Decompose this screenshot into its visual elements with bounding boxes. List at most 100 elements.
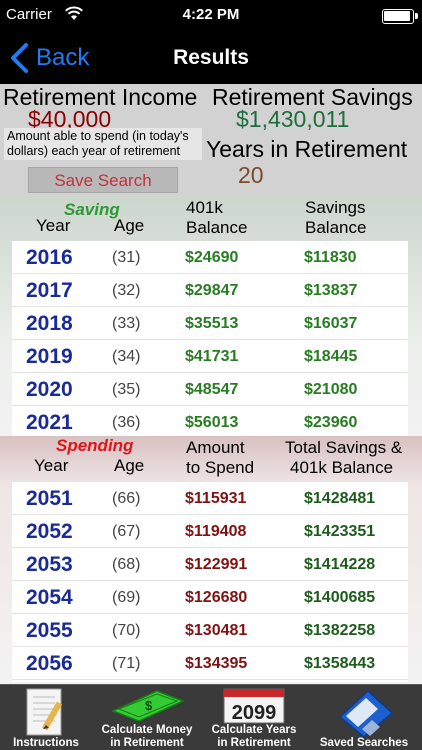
balance-401k-cell: $41731 bbox=[185, 348, 239, 365]
calendar-icon: 2099 bbox=[223, 688, 285, 724]
saving-section: Saving Year Age 401k Balance Savings Bal… bbox=[0, 196, 422, 436]
year-cell: 2016 bbox=[26, 246, 73, 269]
total-balance-cell: $1414228 bbox=[304, 556, 376, 573]
age-cell: (71) bbox=[112, 655, 141, 672]
savings-balance-cell: $21080 bbox=[304, 381, 358, 398]
spending-table[interactable]: 2051 (66) $115931 $1428481 2052 (67) $11… bbox=[12, 482, 408, 682]
svg-text:$: $ bbox=[145, 698, 153, 713]
table-row[interactable]: 2056 (71) $134395 $1358443 bbox=[12, 647, 408, 680]
tab-bar: Instructions $ Calculate Money in Retire… bbox=[0, 684, 422, 750]
amount-to-spend-cell: $130481 bbox=[185, 622, 248, 639]
saving-col-401k-line2: Balance bbox=[186, 218, 248, 237]
spending-col-age: Age bbox=[114, 456, 145, 475]
spending-col-amount-line1: Amount bbox=[186, 438, 245, 457]
table-row[interactable]: 2021 (36) $56013 $23960 bbox=[12, 406, 408, 436]
table-row[interactable]: 2051 (66) $115931 $1428481 bbox=[12, 482, 408, 515]
tab-saved-searches-label: Saved Searches bbox=[319, 737, 409, 749]
balance-401k-cell: $29847 bbox=[185, 282, 239, 299]
savings-balance-cell: $18445 bbox=[304, 348, 358, 365]
savings-balance-cell: $16037 bbox=[304, 315, 358, 332]
age-cell: (32) bbox=[112, 282, 141, 299]
age-cell: (68) bbox=[112, 556, 141, 573]
clock: 4:22 PM bbox=[182, 6, 240, 23]
amount-to-spend-cell: $134395 bbox=[185, 655, 248, 672]
saving-col-401k-line1: 401k bbox=[186, 198, 223, 217]
save-search-button[interactable]: Save Search bbox=[28, 167, 178, 193]
spending-col-total-line2: 401k Balance bbox=[290, 458, 394, 477]
calendar-icon-text: 2099 bbox=[232, 702, 277, 724]
amount-to-spend-cell: $119408 bbox=[185, 523, 247, 540]
table-row[interactable]: 2053 (68) $122991 $1414228 bbox=[12, 548, 408, 581]
spending-col-year: Year bbox=[34, 456, 69, 475]
year-cell: 2053 bbox=[26, 553, 73, 576]
tab-calculate-money-label: Calculate Money in Retirement bbox=[101, 724, 193, 749]
balance-401k-cell: $35513 bbox=[185, 315, 239, 332]
saving-title: Saving bbox=[64, 200, 120, 219]
total-balance-cell: $1382258 bbox=[304, 622, 376, 639]
tab-instructions-label: Instructions bbox=[13, 737, 79, 749]
table-row[interactable]: 2020 (35) $48547 $21080 bbox=[12, 373, 408, 406]
saving-col-year: Year bbox=[36, 216, 71, 235]
table-row[interactable]: 2052 (67) $119408 $1423351 bbox=[12, 515, 408, 548]
saving-col-age: Age bbox=[114, 216, 145, 235]
table-row[interactable]: 2054 (69) $126680 $1400685 bbox=[12, 581, 408, 614]
spending-section: Spending Year Age Amount to Spend Total … bbox=[0, 436, 422, 684]
spending-col-amount-line2: to Spend bbox=[186, 458, 255, 477]
year-cell: 2020 bbox=[26, 378, 73, 401]
tab-instructions[interactable]: Instructions bbox=[0, 685, 92, 750]
year-cell: 2052 bbox=[26, 520, 73, 543]
saving-table[interactable]: 2016 (31) $24690 $11830 2017 (32) $29847… bbox=[12, 241, 408, 436]
year-cell: 2055 bbox=[26, 619, 73, 642]
spending-col-total-line1: Total Savings & bbox=[285, 438, 403, 457]
spending-title: Spending bbox=[56, 436, 134, 455]
table-row[interactable]: 2016 (31) $24690 $11830 bbox=[12, 241, 408, 274]
total-balance-cell: $1358443 bbox=[304, 655, 376, 672]
savings-balance-cell: $11830 bbox=[304, 249, 357, 266]
table-row[interactable]: 2018 (33) $35513 $16037 bbox=[12, 307, 408, 340]
status-bar: Carrier 4:22 PM bbox=[0, 0, 422, 32]
tab-saved-searches[interactable]: Saved Searches bbox=[306, 685, 422, 750]
age-cell: (66) bbox=[112, 490, 141, 507]
year-cell: 2018 bbox=[26, 312, 73, 335]
retirement-savings-value: $1,430,011 bbox=[236, 106, 350, 132]
balance-401k-cell: $24690 bbox=[185, 249, 239, 266]
amount-to-spend-cell: $126680 bbox=[185, 589, 248, 606]
saving-col-savings-line2: Balance bbox=[305, 218, 367, 237]
table-row[interactable]: 2017 (32) $29847 $13837 bbox=[12, 274, 408, 307]
tab-calculate-money[interactable]: $ Calculate Money in Retirement bbox=[92, 685, 202, 750]
year-cell: 2051 bbox=[26, 487, 73, 510]
age-cell: (35) bbox=[112, 381, 141, 398]
age-cell: (67) bbox=[112, 523, 141, 540]
age-cell: (70) bbox=[112, 622, 141, 639]
year-cell: 2017 bbox=[26, 279, 73, 302]
table-row[interactable]: 2055 (70) $130481 $1382258 bbox=[12, 614, 408, 647]
notepad-icon bbox=[26, 688, 63, 736]
retirement-income-note: Amount able to spend (in today's dollars… bbox=[4, 128, 202, 160]
year-cell: 2054 bbox=[26, 586, 73, 609]
table-row[interactable]: 2019 (34) $41731 $18445 bbox=[12, 340, 408, 373]
tab-calculate-years-label: Calculate Years in Retirement bbox=[211, 724, 297, 749]
age-cell: (36) bbox=[112, 414, 141, 431]
savings-balance-cell: $23960 bbox=[304, 414, 358, 431]
results-summary: Retirement Income $40,000 Amount able to… bbox=[0, 84, 422, 196]
total-balance-cell: $1423351 bbox=[304, 523, 376, 540]
years-in-retirement-value: 20 bbox=[238, 162, 264, 188]
tab-calculate-years[interactable]: 2099 Calculate Years in Retirement bbox=[202, 685, 306, 750]
floppy-disk-icon bbox=[338, 689, 394, 738]
amount-to-spend-cell: $115931 bbox=[185, 490, 247, 507]
savings-balance-cell: $13837 bbox=[304, 282, 358, 299]
year-cell: 2019 bbox=[26, 345, 73, 368]
years-in-retirement-label: Years in Retirement bbox=[206, 136, 408, 162]
page-title: Results bbox=[173, 46, 249, 69]
total-balance-cell: $1428481 bbox=[304, 490, 376, 507]
age-cell: (33) bbox=[112, 315, 141, 332]
age-cell: (69) bbox=[112, 589, 141, 606]
age-cell: (34) bbox=[112, 348, 141, 365]
saving-col-savings-line1: Savings bbox=[305, 198, 366, 217]
navigation-bar: Back Results bbox=[0, 32, 422, 84]
year-cell: 2056 bbox=[26, 652, 73, 675]
money-icon: $ bbox=[111, 690, 185, 722]
balance-401k-cell: $56013 bbox=[185, 414, 239, 431]
year-cell: 2021 bbox=[26, 411, 73, 434]
battery-icon bbox=[382, 9, 418, 24]
